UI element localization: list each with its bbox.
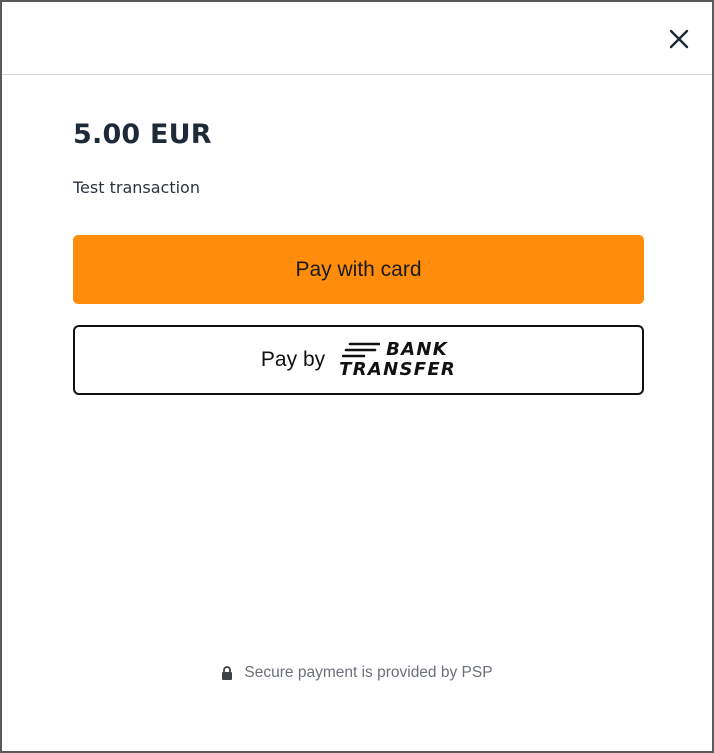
payment-dialog: 5.00 EUR Test transaction Pay with card … bbox=[0, 0, 714, 753]
lock-icon bbox=[222, 665, 233, 680]
dialog-header bbox=[2, 2, 712, 75]
payment-amount: 5.00 EUR bbox=[73, 119, 212, 150]
close-button[interactable] bbox=[664, 24, 694, 54]
pay-with-card-label: Pay with card bbox=[295, 257, 422, 281]
bank-logo-word-transfer: TRANSFER bbox=[339, 359, 457, 380]
secure-payment-text: Secure payment is provided by PSP bbox=[244, 664, 493, 681]
payment-description: Test transaction bbox=[73, 178, 200, 197]
pay-by-bank-transfer-button[interactable]: Pay by BANK TRANSFER bbox=[73, 325, 644, 395]
secure-payment-footer: Secure payment is provided by PSP bbox=[2, 664, 712, 682]
bank-logo-word-bank: BANK bbox=[386, 339, 448, 360]
pay-by-label: Pay by bbox=[260, 348, 326, 371]
bank-transfer-logo: BANK TRANSFER bbox=[339, 340, 456, 380]
close-icon bbox=[669, 29, 689, 49]
pay-with-card-button[interactable]: Pay with card bbox=[73, 235, 644, 304]
speed-lines-icon bbox=[342, 342, 381, 358]
